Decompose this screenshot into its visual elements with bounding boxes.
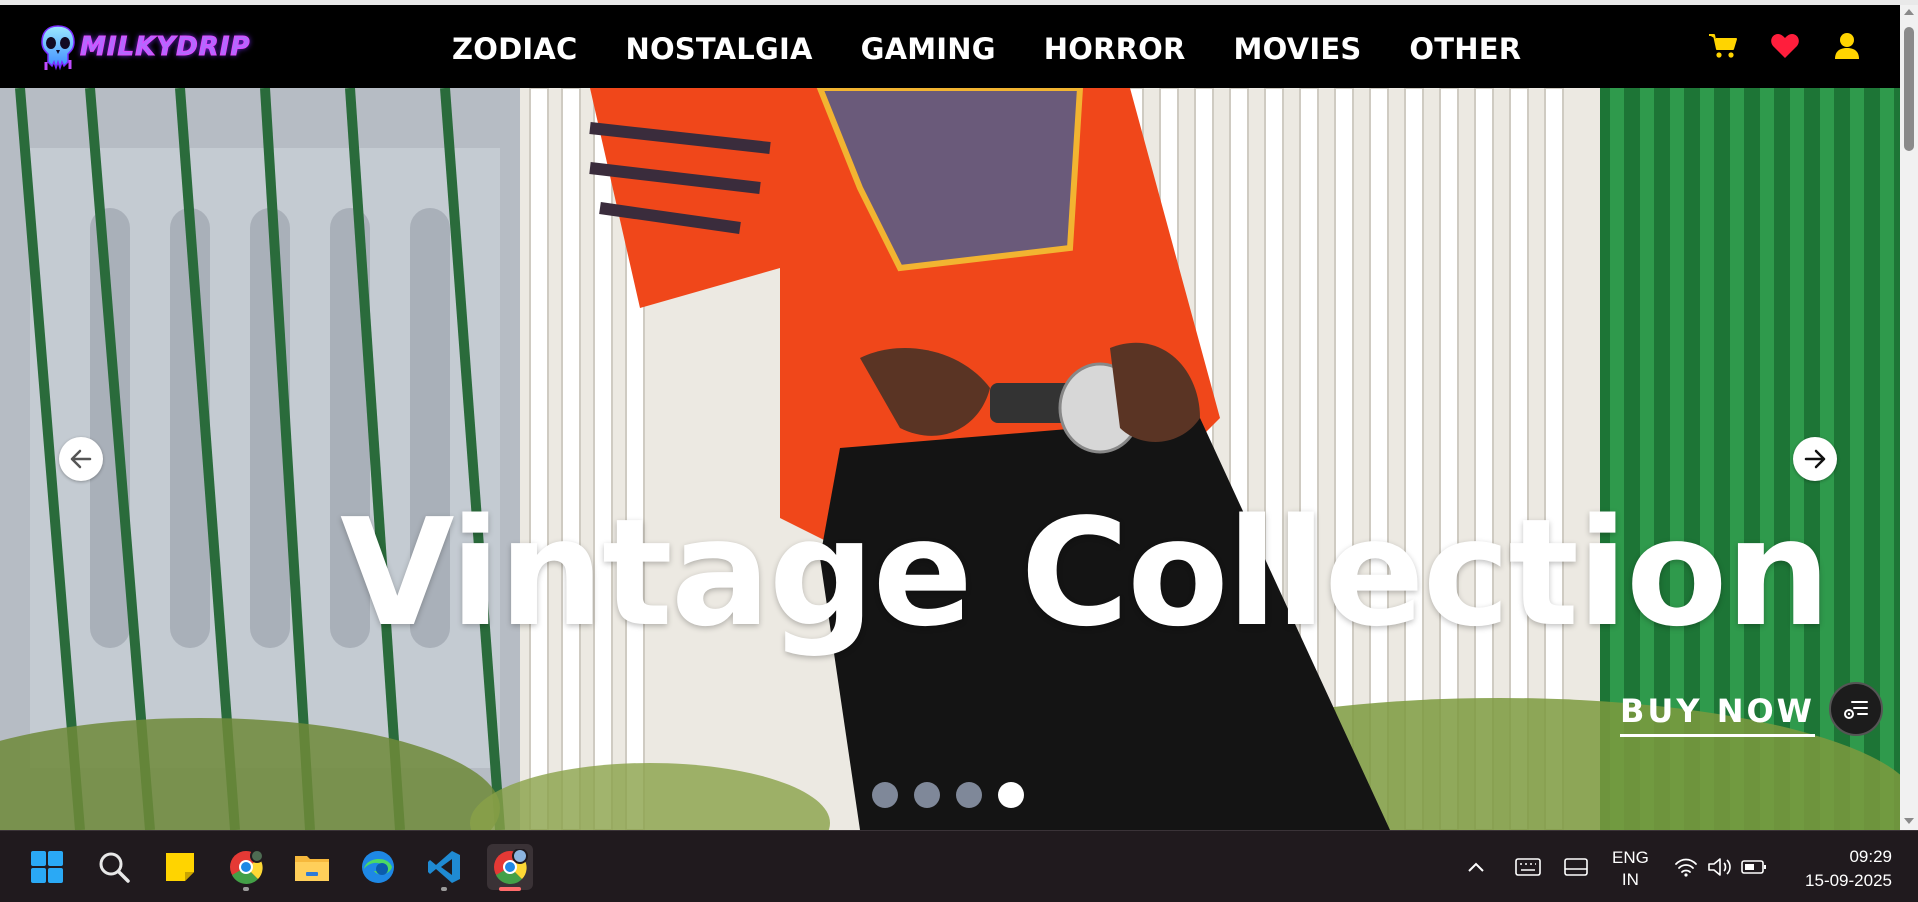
region-code: IN [1621, 870, 1639, 889]
chrome-icon[interactable] [223, 844, 269, 891]
chevron-up-icon[interactable] [1462, 853, 1490, 881]
search-icon[interactable] [91, 844, 137, 890]
system-tray [1462, 831, 1590, 902]
tablet-mode-icon[interactable] [1562, 853, 1590, 881]
carousel-dot-3[interactable] [956, 782, 982, 808]
carousel-indicators [872, 782, 1024, 808]
page-scrollbar[interactable] [1900, 5, 1918, 830]
running-indicator [441, 887, 447, 891]
wifi-icon[interactable] [1672, 853, 1700, 881]
keyboard-icon[interactable] [1514, 853, 1542, 881]
floating-menu-button[interactable] [1829, 682, 1883, 736]
main-nav: ZODIAC NOSTALGIA GAMING HORROR MOVIES OT… [452, 29, 1569, 69]
nav-link-horror[interactable]: HORROR [1044, 29, 1186, 69]
windows-taskbar: ENG IN 09:29 15-09-2025 [0, 830, 1918, 902]
chrome-profile-icon[interactable] [487, 844, 533, 891]
hero-title: Vintage Collection [340, 487, 1831, 659]
scroll-up-arrow-icon[interactable] [1904, 9, 1914, 15]
volume-icon[interactable] [1706, 853, 1734, 881]
nav-actions [1708, 31, 1862, 61]
user-icon[interactable] [1832, 31, 1862, 61]
carousel-dot-4[interactable] [998, 782, 1024, 808]
edge-icon[interactable] [355, 844, 401, 890]
nav-link-gaming[interactable]: GAMING [861, 29, 996, 69]
running-indicator [243, 887, 249, 891]
prev-slide-button[interactable] [59, 437, 103, 481]
carousel-dot-2[interactable] [914, 782, 940, 808]
hero-carousel: Vintage Collection BUY NOW [0, 88, 1900, 830]
buy-now-button[interactable]: BUY NOW [1620, 692, 1815, 737]
battery-icon[interactable] [1740, 853, 1768, 881]
brand-name: MILKYDRIP [79, 32, 251, 63]
brand-logo[interactable]: MILKYDRIP [38, 19, 250, 75]
status-tray [1672, 831, 1768, 902]
lang-code: ENG [1612, 848, 1649, 867]
scroll-down-arrow-icon[interactable] [1904, 818, 1914, 824]
vscode-icon[interactable] [421, 844, 467, 891]
scroll-thumb[interactable] [1904, 27, 1914, 151]
nav-link-zodiac[interactable]: ZODIAC [452, 29, 577, 69]
start-icon[interactable] [24, 844, 70, 890]
clock-date: 15-09-2025 [1805, 871, 1892, 890]
nav-link-movies[interactable]: MOVIES [1234, 29, 1362, 69]
active-indicator [499, 887, 521, 891]
file-explorer-icon[interactable] [289, 844, 335, 890]
cart-icon[interactable] [1708, 31, 1738, 61]
arrow-left-icon [70, 449, 92, 469]
sticky-notes-icon[interactable] [157, 844, 203, 890]
heart-icon[interactable] [1770, 31, 1800, 61]
arrow-right-icon [1804, 449, 1826, 469]
list-settings-icon [1844, 701, 1868, 719]
hero-background-photo [0, 88, 1900, 830]
site-navbar: MILKYDRIP ZODIAC NOSTALGIA GAMING HORROR… [0, 5, 1900, 88]
skull-icon [38, 22, 78, 72]
clock-time: 09:29 [1849, 847, 1892, 866]
language-indicator[interactable]: ENG IN [1612, 847, 1649, 891]
next-slide-button[interactable] [1793, 437, 1837, 481]
carousel-dot-1[interactable] [872, 782, 898, 808]
system-clock[interactable]: 09:29 15-09-2025 [1805, 845, 1892, 893]
nav-link-nostalgia[interactable]: NOSTALGIA [625, 29, 812, 69]
nav-link-other[interactable]: OTHER [1409, 29, 1521, 69]
